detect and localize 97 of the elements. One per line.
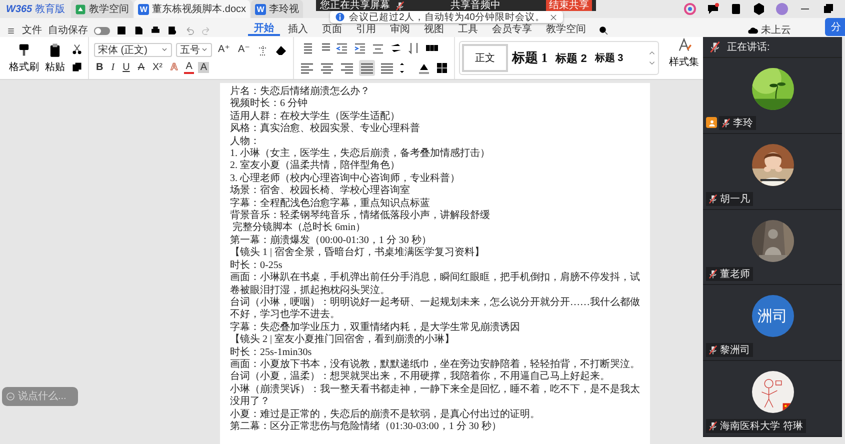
style-set-button[interactable]: 样式集 <box>662 37 705 79</box>
document-text: 片名：失恋后情绪崩溃怎么办？ <box>230 86 371 98</box>
participant-name: 董老师 <box>706 267 753 282</box>
document-text: 【镜头 2 | 室友小夏推门回宿舍，看到崩溃的小琳】 <box>230 334 456 346</box>
mic-off-icon[interactable] <box>395 0 405 10</box>
style-preset[interactable]: 标题 2 <box>552 44 591 72</box>
document-tab[interactable]: W 董东栋视频脚本.docx <box>134 0 250 18</box>
document-text: 【镜头 1 | 宿舍全景，昏暗台灯，书桌堆满医学复习资料】 <box>230 247 486 260</box>
word-icon: W <box>138 4 150 14</box>
search-icon[interactable] <box>598 25 609 36</box>
mic-off-icon[interactable] <box>709 41 721 53</box>
document-text: 时长：25s-1min30s <box>230 346 313 358</box>
document-text: 完整分镜脚本（总时长 6min） <box>232 222 367 234</box>
document-text: 画面：小夏放下书本，没有说教，默默递纸巾，坐在旁边安静陪着，轻轻拍背，不打断哭泣。 <box>230 358 641 370</box>
share-button[interactable]: 分 <box>825 18 845 36</box>
chat-icon[interactable] <box>706 2 720 16</box>
menu-icon[interactable] <box>6 26 16 36</box>
style-preset[interactable]: 标题 1 <box>508 44 552 72</box>
cloud-icon[interactable] <box>747 25 758 36</box>
style-preset[interactable]: 正文 <box>462 44 508 72</box>
format-button[interactable]: A <box>168 62 180 73</box>
caret-icon[interactable] <box>161 46 168 53</box>
scroll-down-icon[interactable] <box>648 59 656 67</box>
document-text: 2. 室友小夏（温柔共情，陪伴型角色） <box>230 160 401 172</box>
document-text: 背景音乐：轻柔钢琴纯音乐，情绪低落段小声，讲解段舒缓 <box>230 210 491 222</box>
participant-tile[interactable]: 海南医科大学 符琳 <box>703 361 842 437</box>
document-text: 小琳（崩溃哭诉）：我一整天看书都走神，一静下来全是回忆，睡不着，吃不下，是不是我太没用了？ <box>230 384 641 408</box>
file-menu[interactable]: 文件 <box>22 25 42 36</box>
autosave-label: 自动保存 <box>48 25 88 36</box>
format-button[interactable]: A <box>136 62 146 73</box>
participant-name: 李玲 <box>719 116 756 130</box>
font-select[interactable]: 宋体 (正文) <box>94 42 172 56</box>
avatar: 洲司 <box>752 295 794 338</box>
font-size-button[interactable]: A⁻ <box>236 44 252 55</box>
word-icon: W <box>255 4 266 14</box>
scroll-up-icon[interactable] <box>648 49 656 57</box>
ribbon-tab[interactable]: 插入 <box>282 23 314 36</box>
ribbon-tab[interactable]: 教学空间 <box>540 23 592 36</box>
document-text: 人物： <box>230 136 261 148</box>
format-button[interactable]: A <box>198 62 210 73</box>
caret-icon[interactable] <box>201 46 208 53</box>
indent-icon[interactable] <box>352 40 367 54</box>
chat-input[interactable]: 说点什么... <box>2 387 78 406</box>
format-button[interactable]: X² <box>150 62 164 73</box>
ribbon-tab[interactable]: 页面 <box>316 23 348 36</box>
format-button[interactable]: A <box>184 62 194 74</box>
document-tab[interactable]: W 李玲视 <box>251 0 304 18</box>
participant-tile[interactable]: 胡一凡 <box>703 134 842 210</box>
format-button[interactable]: I <box>109 62 117 73</box>
document-text: 画面：小琳趴在书桌，手机弹出前任分手消息，瞬间红眼眶，把手机倒扣，肩膀不停发抖，试卷被眼泪打湿，抓起抱枕闷头哭泣。 <box>230 272 641 296</box>
document-text: 1. 小琳（女主，医学生，失恋后崩溃，备考叠加情感打击） <box>230 148 491 160</box>
font-size-button[interactable]: A⁺ <box>216 44 232 55</box>
participant-tile[interactable]: 董老师 <box>703 210 842 286</box>
participant-name: 海南医科大学 符琳 <box>706 418 806 433</box>
space-icon[interactable] <box>75 4 86 14</box>
participant-name: 黎洲司 <box>706 343 753 358</box>
document-text: 时长：0-25s <box>230 260 284 272</box>
participant-tile[interactable]: 李玲 <box>703 58 842 134</box>
undo-icon[interactable] <box>184 25 195 36</box>
app-logo: W365 <box>6 4 32 14</box>
document-text: 场景：宿舍、校园长椅、学校心理咨询室 <box>230 185 411 198</box>
style-preset[interactable]: 标题 3 <box>590 44 628 72</box>
autosave-toggle[interactable] <box>94 27 110 35</box>
edition-label: 教育版 <box>35 2 66 16</box>
font-size-select[interactable]: 五号 <box>176 42 212 56</box>
format-button[interactable]: B <box>94 62 106 73</box>
avatar-icon[interactable] <box>775 2 789 16</box>
participant-name: 胡一凡 <box>706 192 753 206</box>
toast-message: 会议已超过2人，自动转为40分钟限时会议。 <box>349 10 546 24</box>
document-text: 视频时长：6 分钟 <box>230 98 308 110</box>
document-text: 第二幕：区分正常悲伤与危险情绪（01:30-03:00，1 分 30 秒） <box>230 420 502 434</box>
document-text: 小夏：难过是正常的，失恋后的崩溃不是软弱，是真心付出过的证明。 <box>230 408 541 420</box>
document-text: 第一幕：崩溃爆发（00:00-01:30，1 分 30 秒） <box>230 234 432 246</box>
document-text: 字幕：失恋叠加学业压力，双重情绪内耗，是大学生常见崩溃诱因 <box>230 322 521 334</box>
document-text: 台词（小琳，哽咽）：明明说好一起考研、一起规划未来，怎么说分开就分开……我什么都做不好，学习也学不进去。 <box>230 296 641 322</box>
color-ring-icon[interactable] <box>683 2 697 16</box>
speaking-label: 正在讲话: <box>727 40 770 54</box>
format-button[interactable]: U <box>120 62 132 73</box>
paste-button[interactable]: 粘贴 <box>45 42 65 74</box>
outdent-icon[interactable] <box>334 40 349 54</box>
document-text: 适用人群：在校大学生（医学生适配） <box>230 110 401 122</box>
ribbon-tab[interactable]: 视图 <box>418 23 450 36</box>
participant-tile[interactable]: 洲司 黎洲司 <box>703 285 842 362</box>
cut-icon[interactable] <box>71 43 83 55</box>
document-text: 3. 心理老师（校内心理咨询中心咨询师，专业科普） <box>230 172 461 184</box>
document-tab[interactable]: 教学空间 <box>71 0 134 18</box>
ribbon-tab[interactable]: 工具 <box>452 23 484 36</box>
document-text: 字幕：全程配浅色治愈字幕，重点知识点标蓝 <box>230 198 431 210</box>
cube-icon[interactable] <box>752 2 766 16</box>
cloud-status[interactable]: 未上云 <box>761 25 791 36</box>
close-icon[interactable] <box>549 12 558 22</box>
document-text: 风格：真实治愈、校园实景、专业心理科普 <box>230 123 421 136</box>
ribbon-tab[interactable]: 引用 <box>350 23 382 36</box>
ribbon-tab[interactable]: 审阅 <box>384 23 416 36</box>
ribbon-tab[interactable]: 会员专享 <box>486 23 538 36</box>
format-painter-button[interactable]: 格式刷 <box>9 42 39 74</box>
document-text: 台词（小夏，温柔）：想哭就哭出来，不用硬撑，我陪着你，不用逼自己马上好起来。 <box>230 371 611 384</box>
